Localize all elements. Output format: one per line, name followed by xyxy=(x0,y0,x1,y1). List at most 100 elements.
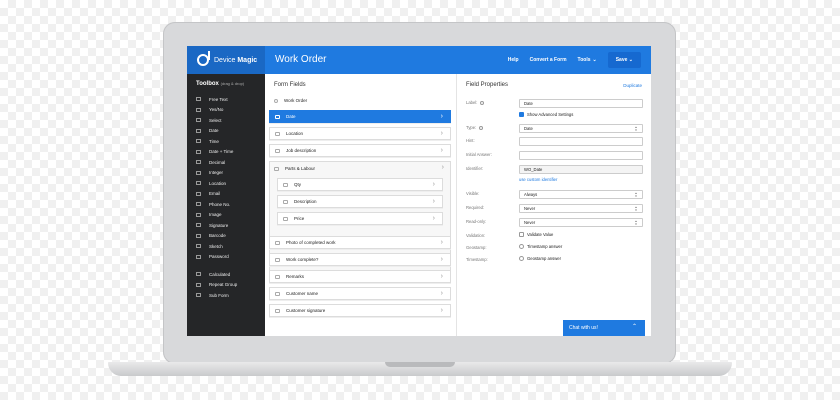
toolbox-item-password[interactable]: Password xyxy=(196,252,262,263)
toolbox-item-calculated[interactable]: Calculated xyxy=(196,269,262,280)
form-fields-title: Form Fields xyxy=(274,82,306,88)
field-item-job-description[interactable]: Job description › xyxy=(269,144,451,157)
custom-identifier-link[interactable]: use custom identifier xyxy=(519,177,557,182)
field-item-qty[interactable]: Qty › xyxy=(277,178,443,191)
field-item-description[interactable]: Description › xyxy=(277,195,443,208)
readonly-select[interactable]: Never xyxy=(519,218,643,227)
checkbox-icon xyxy=(519,232,524,237)
help-icon[interactable] xyxy=(480,100,485,105)
field-item-customer-signature[interactable]: Customer signature › xyxy=(269,304,451,317)
device-magic-logo-icon xyxy=(197,51,210,66)
field-label: Location xyxy=(286,131,304,136)
help-icon[interactable] xyxy=(479,125,484,130)
field-item-photo[interactable]: Photo of completed work › xyxy=(269,236,451,249)
field-type-icon xyxy=(196,202,201,207)
chevron-right-icon: › xyxy=(440,130,443,137)
toolbox-item-label: Integer xyxy=(209,170,224,176)
toolbox-item-phone-no[interactable]: Phone No. xyxy=(196,199,262,210)
chevron-right-icon: › xyxy=(440,239,443,246)
duplicate-link[interactable]: Duplicate xyxy=(623,83,642,88)
toolbox-panel: Toolbox (drag & drop) Free Text Yes/No Sel… xyxy=(187,74,265,336)
toolbox-item-time[interactable]: Time xyxy=(196,136,262,147)
chevron-right-icon: › xyxy=(440,273,443,280)
integer-icon xyxy=(283,182,288,187)
field-properties-panel: Field Properties Duplicate Label: Date S… xyxy=(457,74,651,336)
toolbox-item-label: Date + Time xyxy=(209,149,234,155)
toolbox-item-sub-form[interactable]: Sub Form xyxy=(196,290,262,301)
radio-icon xyxy=(519,256,524,261)
toolbox-item-decimal[interactable]: Decimal xyxy=(196,157,262,168)
geostamp-label: Geostamp: xyxy=(466,245,487,250)
save-button[interactable]: Save ⌄ xyxy=(607,52,641,68)
field-label: Job description xyxy=(286,148,317,153)
timestamp-radio[interactable]: Timestamp answer xyxy=(519,244,562,249)
field-item-parts-labour[interactable]: Parts & Labour › xyxy=(269,162,451,175)
convert-form-link[interactable]: Convert a Form xyxy=(530,57,567,63)
signature-icon xyxy=(275,308,280,313)
chat-widget[interactable]: Chat with us! ⌃ xyxy=(563,320,645,336)
form-fields-panel: Form Fields Work Order Date › Location ›… xyxy=(265,74,457,336)
field-type-icon xyxy=(196,293,201,298)
toolbox-item-free-text[interactable]: Free Text xyxy=(196,94,262,105)
help-link[interactable]: Help xyxy=(508,57,519,63)
toolbox-item-location[interactable]: Location xyxy=(196,178,262,189)
toolbox-item-sketch[interactable]: Sketch xyxy=(196,241,262,252)
field-item-work-complete[interactable]: Work complete? › xyxy=(269,253,451,266)
validation-checkbox[interactable]: Validate Value xyxy=(519,232,553,237)
field-type-icon xyxy=(196,118,201,123)
toolbox-item-select[interactable]: Select xyxy=(196,115,262,126)
toolbox-item-image[interactable]: Image xyxy=(196,210,262,221)
toolbox-item-barcode[interactable]: Barcode xyxy=(196,231,262,242)
label-input[interactable]: Date xyxy=(519,99,643,108)
readonly-label: Read-only: xyxy=(466,219,487,224)
toolbox-item-signature[interactable]: Signature xyxy=(196,220,262,231)
toolbox-item-label: Sub Form xyxy=(209,292,229,298)
top-nav: Help Convert a Form Tools ⌄ Save ⌄ xyxy=(508,46,641,74)
required-select[interactable]: Never xyxy=(519,204,643,213)
toolbox-item-repeat-group[interactable]: Repeat Group xyxy=(196,280,262,291)
form-icon xyxy=(274,98,278,103)
field-type-icon xyxy=(196,128,201,133)
required-label: Required: xyxy=(466,205,485,210)
toolbox-item-label: Password xyxy=(209,254,229,260)
toolbox-item-yes-no[interactable]: Yes/No xyxy=(196,105,262,116)
field-type-icon xyxy=(196,149,201,154)
toolbox-item-date-time[interactable]: Date + Time xyxy=(196,147,262,158)
identifier-label: Identifier: xyxy=(466,166,484,171)
text-icon xyxy=(275,274,280,279)
field-item-price[interactable]: Price › xyxy=(277,212,443,225)
field-item-date[interactable]: Date › xyxy=(269,110,451,123)
initial-answer-input[interactable] xyxy=(519,151,643,160)
validation-label: Validation: xyxy=(466,233,486,238)
text-icon xyxy=(283,199,288,204)
field-type-icon xyxy=(196,282,201,287)
toolbox-item-label: Yes/No xyxy=(209,107,224,113)
field-type-icon xyxy=(196,160,201,165)
type-select[interactable]: Date xyxy=(519,124,643,133)
geostamp-radio[interactable]: Geostamp answer xyxy=(519,256,561,261)
hint-input[interactable] xyxy=(519,137,643,146)
radio-icon xyxy=(519,244,524,249)
identifier-input[interactable]: WO_Date xyxy=(519,165,643,174)
show-advanced-checkbox[interactable]: Show Advanced Settings xyxy=(519,112,573,117)
field-label: Customer signature xyxy=(286,308,326,313)
chevron-down-icon: ⌄ xyxy=(628,57,633,63)
toolbox-item-date[interactable]: Date xyxy=(196,126,262,137)
field-item-remarks[interactable]: Remarks › xyxy=(269,270,451,283)
visible-select[interactable]: Always xyxy=(519,190,643,199)
toolbox-item-label: Select xyxy=(209,117,222,123)
field-label: Description xyxy=(294,199,317,204)
chevron-up-icon: ⌃ xyxy=(631,324,637,330)
field-item-location[interactable]: Location › xyxy=(269,127,451,140)
toolbox-item-label: Date xyxy=(209,128,219,134)
form-root-item[interactable]: Work Order xyxy=(269,94,451,107)
toolbox-item-label: Decimal xyxy=(209,159,226,165)
field-item-customer-name[interactable]: Customer name › xyxy=(269,287,451,300)
toolbox-item-integer[interactable]: Integer xyxy=(196,168,262,179)
text-icon xyxy=(275,148,280,153)
visible-label: Visible: xyxy=(466,191,480,196)
toolbox-item-email[interactable]: Email xyxy=(196,189,262,200)
tools-menu[interactable]: Tools ⌄ xyxy=(578,57,597,63)
brand-logo[interactable]: Device Magic xyxy=(187,46,265,74)
chevron-right-icon: › xyxy=(432,198,435,205)
